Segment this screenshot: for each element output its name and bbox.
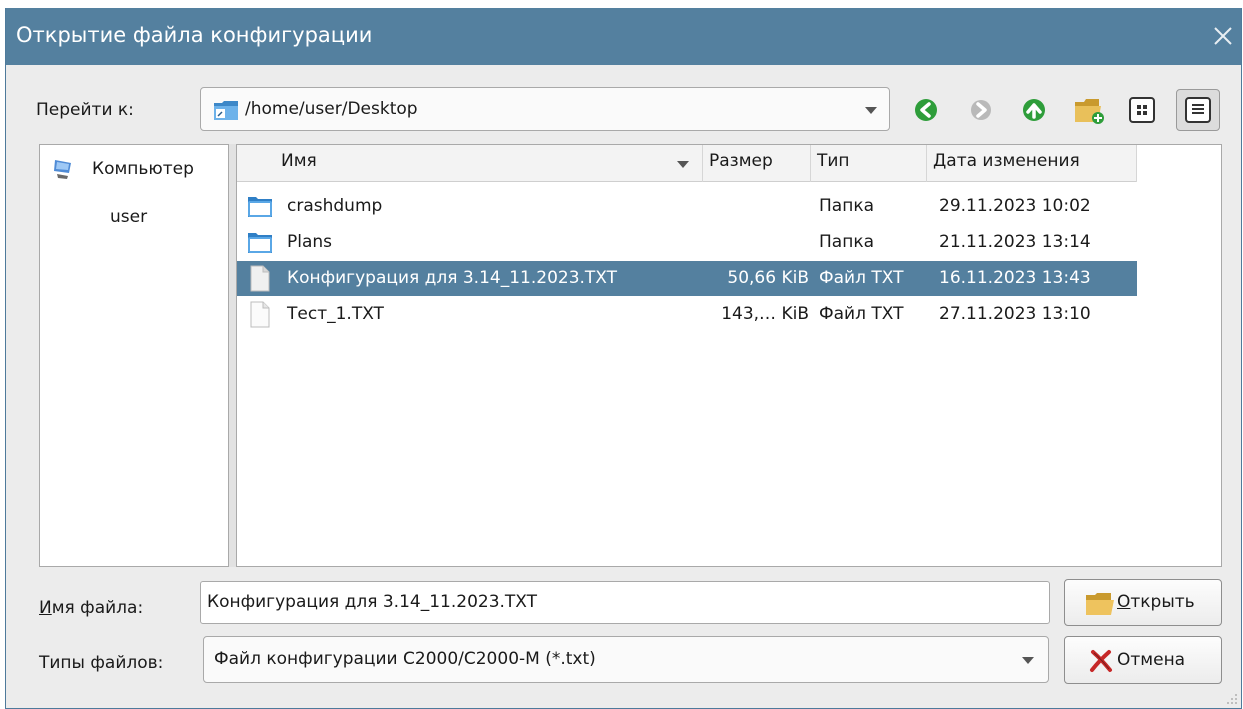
filetype-value: Файл конфигурации С2000/С2000-М (*.txt) <box>214 649 596 669</box>
file-date: 29.11.2023 10:02 <box>939 196 1091 216</box>
file-dialog: Открытие файла конфигурации Перейти к: /… <box>5 8 1242 709</box>
file-type: Папка <box>819 196 875 216</box>
file-name: Тест_1.TXT <box>287 304 384 324</box>
file-type: Папка <box>819 232 875 252</box>
file-date: 27.11.2023 13:10 <box>939 304 1091 324</box>
title-bar: Открытие файла конфигурации <box>6 8 1241 65</box>
table-row[interactable]: Plans Папка 21.11.2023 13:14 <box>237 225 1137 260</box>
open-button[interactable]: Открыть <box>1064 579 1222 626</box>
file-size: 143,… KiB <box>721 304 809 324</box>
goto-label: Перейти к: <box>36 100 134 120</box>
column-header-date[interactable]: Дата изменения <box>927 145 1137 182</box>
file-list-header: Имя Размер Тип Дата изменения <box>237 145 1137 182</box>
file-size: 50,66 KiB <box>727 268 809 288</box>
sidebar-item-label: user <box>110 207 148 227</box>
file-list: Имя Размер Тип Дата изменения crashdump … <box>236 144 1222 567</box>
column-header-size[interactable]: Размер <box>703 145 811 182</box>
filename-label: Имя файла: <box>39 598 144 618</box>
up-arrow-icon[interactable] <box>1019 95 1049 125</box>
goto-path-combo[interactable]: /home/user/Desktop <box>200 87 890 131</box>
dialog-title: Открытие файла конфигурации <box>16 23 373 47</box>
chevron-down-icon <box>865 107 877 114</box>
cancel-x-icon <box>1090 650 1112 672</box>
folder-icon <box>248 233 272 253</box>
new-folder-icon[interactable] <box>1072 93 1106 127</box>
resize-grip-icon[interactable] <box>1223 690 1239 706</box>
folder-open-icon <box>1086 593 1114 615</box>
back-arrow-icon[interactable] <box>911 95 941 125</box>
file-name: Plans <box>287 232 333 252</box>
cancel-label: Отмена <box>1117 650 1186 670</box>
detail-view-button[interactable] <box>1176 89 1220 131</box>
filetype-combo[interactable]: Файл конфигурации С2000/С2000-М (*.txt) <box>203 636 1049 683</box>
file-icon <box>250 265 270 292</box>
column-header-name[interactable]: Имя <box>237 145 703 182</box>
sidebar-item-computer[interactable]: Компьютер <box>40 153 228 187</box>
filename-field[interactable]: Конфигурация для 3.14_11.2023.TXT <box>200 581 1050 624</box>
file-date: 21.11.2023 13:14 <box>939 232 1091 252</box>
panel-splitter[interactable] <box>229 144 236 567</box>
table-row[interactable]: Тест_1.TXT 143,… KiB Файл TXT 27.11.2023… <box>237 297 1137 332</box>
forward-arrow-icon[interactable] <box>966 95 996 125</box>
file-name: Конфигурация для 3.14_11.2023.TXT <box>287 268 618 288</box>
sidebar-places: Компьютер user <box>39 144 229 567</box>
file-icon <box>250 301 270 328</box>
file-date: 16.11.2023 13:43 <box>939 268 1091 288</box>
file-type: Файл TXT <box>819 268 904 288</box>
file-name: crashdump <box>287 196 383 216</box>
folder-icon <box>248 197 272 217</box>
table-row[interactable]: crashdump Папка 29.11.2023 10:02 <box>237 189 1137 224</box>
sidebar-item-label: Компьютер <box>92 159 194 179</box>
filename-value: Конфигурация для 3.14_11.2023.TXT <box>207 592 538 612</box>
table-row-selected[interactable]: Конфигурация для 3.14_11.2023.TXT 50,66 … <box>237 261 1137 296</box>
goto-path-text: /home/user/Desktop <box>245 99 418 119</box>
close-icon[interactable] <box>1207 20 1239 52</box>
column-header-type[interactable]: Тип <box>811 145 927 182</box>
icon-view-icon[interactable] <box>1127 95 1157 125</box>
computer-icon <box>54 160 71 179</box>
home-folder-icon <box>214 101 238 120</box>
chevron-down-icon <box>1022 657 1034 664</box>
file-type: Файл TXT <box>819 304 904 324</box>
filetype-label: Типы файлов: <box>39 653 164 673</box>
sort-descending-icon <box>677 161 689 168</box>
detail-view-icon <box>1185 97 1211 123</box>
sidebar-item-user[interactable]: user <box>40 201 228 235</box>
cancel-button[interactable]: Отмена <box>1064 636 1222 684</box>
